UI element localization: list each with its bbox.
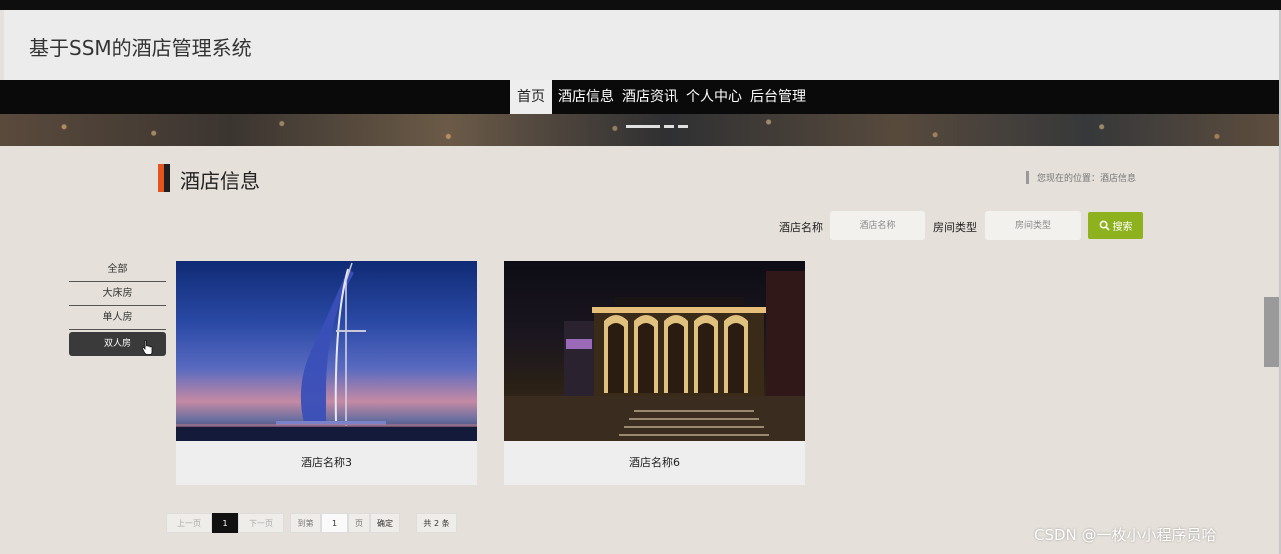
carousel-indicator-1[interactable] (626, 125, 660, 128)
site-title: 基于SSM的酒店管理系统 (29, 36, 252, 60)
hotel-card[interactable]: 酒店名称3 (176, 261, 477, 485)
site-header: 基于SSM的酒店管理系统 (4, 10, 1279, 80)
top-border (0, 0, 1281, 10)
nav-item-home[interactable]: 首页 (510, 80, 552, 114)
section-marker-dark (164, 164, 170, 192)
hotel-card[interactable]: 酒店名称6 (504, 261, 805, 485)
goto-page-input[interactable]: 1 (321, 513, 348, 533)
section-title: 酒店信息 (180, 169, 260, 193)
search-button-label: 搜索 (1112, 222, 1133, 233)
burj-al-arab-illustration (176, 262, 477, 441)
nav-item-admin[interactable]: 后台管理 (746, 80, 810, 114)
hand-cursor-icon (141, 340, 153, 355)
search-icon (1099, 220, 1110, 231)
breadcrumb-text: 您现在的位置：酒店信息 (1037, 174, 1137, 184)
category-king-room[interactable]: 大床房 (69, 282, 166, 306)
room-type-input[interactable] (985, 211, 1081, 240)
pagination: 上一页 1 下一页 (166, 513, 284, 533)
carousel-indicator-3[interactable] (678, 125, 688, 128)
confirm-button[interactable]: 确定 (370, 513, 400, 533)
watermark: CSDN @一枚小小程序员哈 (1034, 526, 1217, 544)
hotel-name-label: 酒店名称 (779, 221, 823, 234)
prev-page-button[interactable]: 上一页 (166, 513, 212, 533)
nav-item-personal-center[interactable]: 个人中心 (682, 80, 746, 114)
hotel-name: 酒店名称6 (629, 456, 680, 469)
carousel-indicators (626, 125, 688, 128)
hotel-name: 酒店名称3 (301, 456, 352, 469)
hotel-image[interactable] (504, 261, 805, 441)
carousel-indicator-2[interactable] (664, 125, 674, 128)
category-single-room[interactable]: 单人房 (69, 306, 166, 330)
page-jump: 到第 1 页 确定 (290, 513, 400, 533)
search-button[interactable]: 搜索 (1088, 212, 1143, 239)
goto-label: 到第 (290, 513, 321, 533)
hotel-image[interactable] (176, 261, 477, 441)
total-count: 共 2 条 (416, 513, 457, 533)
main-nav: 首页 酒店信息 酒店资讯 个人中心 后台管理 (0, 80, 1281, 114)
nav-item-hotel-news[interactable]: 酒店资讯 (618, 80, 682, 114)
next-page-button[interactable]: 下一页 (238, 513, 284, 533)
room-type-label: 房间类型 (933, 221, 977, 234)
banner-carousel (0, 114, 1281, 146)
page-unit-label: 页 (348, 513, 370, 533)
category-all[interactable]: 全部 (69, 258, 166, 282)
breadcrumb-bar (1026, 171, 1029, 184)
page-number-current[interactable]: 1 (212, 513, 238, 533)
hotel-name-input[interactable] (830, 211, 925, 240)
total-count-wrap: 共 2 条 (416, 513, 457, 533)
breadcrumb: 您现在的位置：酒店信息 (1026, 171, 1136, 184)
restaurant-illustration (504, 271, 805, 441)
nav-item-hotel-info[interactable]: 酒店信息 (554, 80, 618, 114)
